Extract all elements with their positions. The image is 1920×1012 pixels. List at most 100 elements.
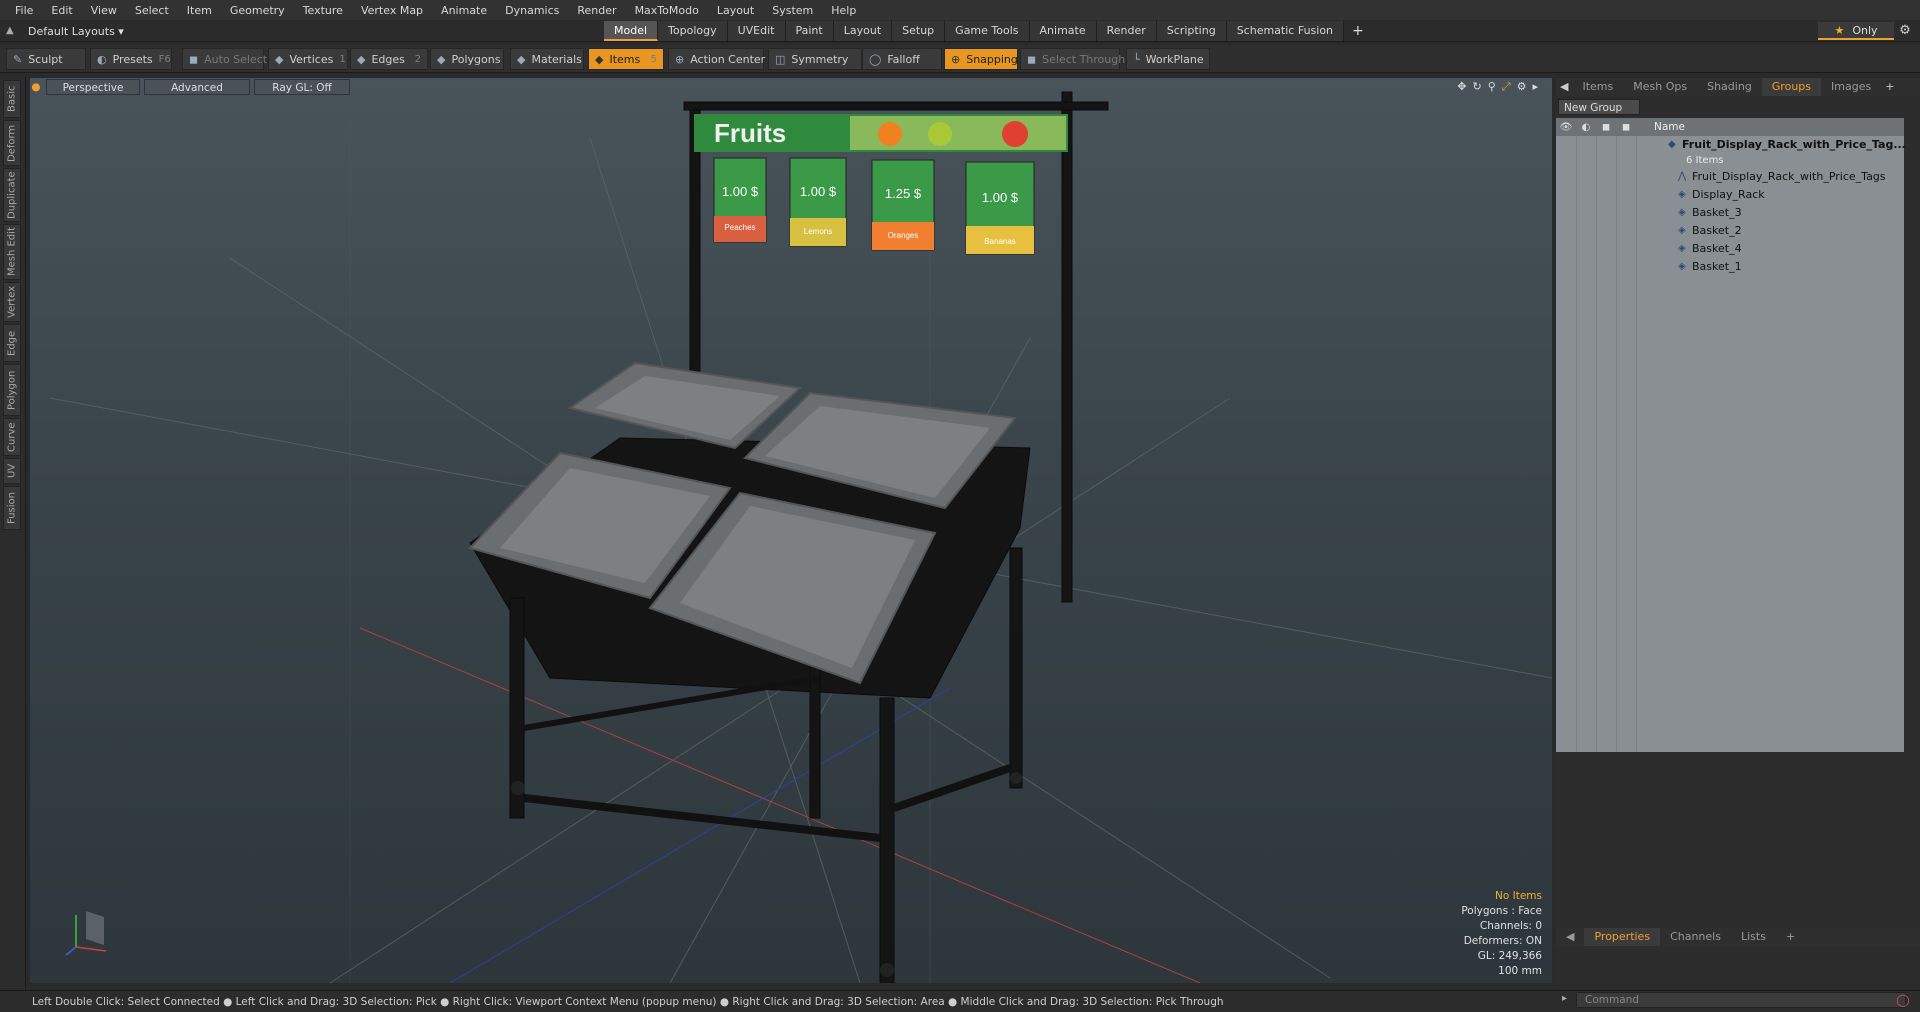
main-toolbar: ✎ Sculpt ◐ Presets F6 ◼ Auto Select ◆ Ve… bbox=[0, 45, 1920, 73]
menu-view[interactable]: View bbox=[82, 4, 126, 17]
add-bottom-tab-icon[interactable]: + bbox=[1776, 928, 1805, 946]
tab-game-tools[interactable]: Game Tools bbox=[945, 21, 1030, 41]
menu-vertex-map[interactable]: Vertex Map bbox=[352, 4, 432, 17]
tab-layout[interactable]: Layout bbox=[833, 21, 893, 41]
lock-col-icon[interactable]: ◼ bbox=[1596, 122, 1616, 133]
list-item[interactable]: ◈ Basket_3 bbox=[1556, 204, 1904, 222]
mesh-icon: ◈ bbox=[1678, 207, 1686, 218]
materials-button[interactable]: ◆ Materials bbox=[510, 48, 584, 70]
edges-button[interactable]: ◆ Edges 2 bbox=[350, 48, 428, 70]
command-arrow-icon[interactable]: ▸ bbox=[1562, 993, 1567, 1004]
fit-view-icon[interactable]: ⤢ bbox=[1502, 80, 1511, 94]
list-item[interactable]: ◈ Display_Rack bbox=[1556, 186, 1904, 204]
tab-images[interactable]: Images bbox=[1821, 78, 1881, 96]
bottom-panel-menu-icon[interactable]: ◀ bbox=[1556, 928, 1584, 946]
tab-edge[interactable]: Edge bbox=[3, 324, 21, 362]
tab-groups[interactable]: Groups bbox=[1761, 78, 1822, 96]
symmetry-button[interactable]: ◫ Symmetry bbox=[768, 48, 862, 70]
tab-setup[interactable]: Setup bbox=[892, 21, 946, 41]
add-tab-button[interactable]: + bbox=[1344, 21, 1372, 41]
tab-basic[interactable]: Basic bbox=[3, 80, 21, 118]
falloff-button[interactable]: ◯ Falloff bbox=[862, 48, 942, 70]
rotate-view-icon[interactable]: ↻ bbox=[1473, 80, 1482, 94]
tab-uvedit[interactable]: UVEdit bbox=[727, 21, 786, 41]
shading-mode-button[interactable]: Advanced bbox=[144, 79, 250, 95]
menu-render[interactable]: Render bbox=[568, 4, 625, 17]
tab-shading[interactable]: Shading bbox=[1697, 78, 1762, 96]
panel-menu-icon[interactable]: ◀ bbox=[1556, 78, 1572, 96]
tab-scripting[interactable]: Scripting bbox=[1156, 21, 1227, 41]
snapping-button[interactable]: ⊕ Snapping bbox=[944, 48, 1018, 70]
visibility-col-icon[interactable]: 👁 bbox=[1556, 122, 1576, 133]
tab-fusion[interactable]: Fusion bbox=[3, 486, 21, 530]
tab-polygon[interactable]: Polygon bbox=[3, 364, 21, 416]
tab-render[interactable]: Render bbox=[1096, 21, 1157, 41]
menu-system[interactable]: System bbox=[763, 4, 822, 17]
zoom-view-icon[interactable]: ⚲ bbox=[1488, 80, 1496, 94]
tab-animate[interactable]: Animate bbox=[1029, 21, 1097, 41]
command-run-icon[interactable]: ◯ bbox=[1894, 992, 1912, 1008]
modo-window: File Edit View Select Item Geometry Text… bbox=[0, 0, 1920, 1012]
menu-help[interactable]: Help bbox=[822, 4, 865, 17]
raygl-button[interactable]: Ray GL: Off bbox=[254, 79, 350, 95]
tab-lists[interactable]: Lists bbox=[1731, 928, 1776, 946]
materials-icon: ◆ bbox=[517, 52, 526, 66]
tab-uv[interactable]: UV bbox=[3, 458, 21, 484]
right-panel: ◀ Items Mesh Ops Shading Groups Images +… bbox=[1556, 78, 1920, 1012]
action-center-button[interactable]: ⊕ Action Center bbox=[668, 48, 765, 70]
sculpt-button[interactable]: ✎ Sculpt bbox=[6, 48, 86, 70]
add-panel-tab-icon[interactable]: + bbox=[1881, 78, 1898, 96]
menu-item[interactable]: Item bbox=[178, 4, 221, 17]
groups-scrollbar[interactable] bbox=[1906, 118, 1918, 752]
menu-layout[interactable]: Layout bbox=[708, 4, 763, 17]
list-item[interactable]: ◈ Basket_2 bbox=[1556, 222, 1904, 240]
menu-dynamics[interactable]: Dynamics bbox=[496, 4, 568, 17]
menu-maxtomodo[interactable]: MaxToModo bbox=[626, 4, 708, 17]
view-type-button[interactable]: Perspective bbox=[46, 79, 140, 95]
presets-button[interactable]: ◐ Presets F6 bbox=[90, 48, 172, 70]
snapping-icon: ⊕ bbox=[951, 52, 961, 66]
tab-paint[interactable]: Paint bbox=[785, 21, 834, 41]
render-col-icon[interactable]: ◐ bbox=[1576, 122, 1596, 133]
list-item[interactable]: ◈ Basket_4 bbox=[1556, 240, 1904, 258]
tab-deform[interactable]: Deform bbox=[3, 120, 21, 166]
name-column-header[interactable]: Name bbox=[1654, 121, 1685, 133]
polygons-button[interactable]: ◆ Polygons bbox=[430, 48, 504, 70]
command-input[interactable]: Command bbox=[1576, 992, 1906, 1008]
vertices-button[interactable]: ◆ Vertices 1 bbox=[268, 48, 348, 70]
tab-items[interactable]: Items bbox=[1572, 78, 1623, 96]
select-through-button[interactable]: ◼ Select Through bbox=[1020, 48, 1125, 70]
menu-file[interactable]: File bbox=[6, 4, 42, 17]
tab-channels[interactable]: Channels bbox=[1660, 928, 1731, 946]
tab-schematic-fusion[interactable]: Schematic Fusion bbox=[1226, 21, 1345, 41]
3d-viewport[interactable]: Fruits 1.00 $ Peaches 1.00 $ Lemons 1.25… bbox=[30, 78, 1552, 983]
viewport-menu-icon[interactable]: ● bbox=[30, 79, 42, 95]
list-item[interactable]: ⋀ Fruit_Display_Rack_with_Price_Tags bbox=[1556, 168, 1904, 186]
tab-vertex[interactable]: Vertex bbox=[3, 282, 21, 322]
tab-duplicate[interactable]: Duplicate bbox=[3, 168, 21, 222]
gear-icon[interactable]: ⚙ bbox=[1896, 22, 1914, 40]
move-view-icon[interactable]: ✥ bbox=[1457, 80, 1466, 94]
select-col-icon[interactable]: ◼ bbox=[1616, 122, 1636, 133]
tab-model[interactable]: Model bbox=[604, 21, 659, 41]
items-button[interactable]: ◆ Items 5 bbox=[588, 48, 664, 70]
menu-texture[interactable]: Texture bbox=[294, 4, 352, 17]
new-group-button[interactable]: New Group bbox=[1558, 99, 1640, 115]
auto-select-button[interactable]: ◼ Auto Select bbox=[182, 48, 267, 70]
menu-geometry[interactable]: Geometry bbox=[221, 4, 294, 17]
menu-animate[interactable]: Animate bbox=[432, 4, 496, 17]
menu-edit[interactable]: Edit bbox=[42, 4, 81, 17]
tab-mesh-ops[interactable]: Mesh Ops bbox=[1623, 78, 1697, 96]
tab-curve[interactable]: Curve bbox=[3, 418, 21, 456]
menu-select[interactable]: Select bbox=[126, 4, 178, 17]
layout-selector[interactable]: ▲ Default Layouts ▾ bbox=[6, 22, 124, 40]
viewport-settings-icon[interactable]: ⚙ bbox=[1517, 80, 1527, 94]
workplane-button[interactable]: └ WorkPlane bbox=[1126, 48, 1210, 70]
tab-properties[interactable]: Properties bbox=[1584, 928, 1661, 946]
tab-topology[interactable]: Topology bbox=[658, 21, 728, 41]
only-toggle[interactable]: ★ Only bbox=[1818, 22, 1894, 40]
tab-mesh-edit[interactable]: Mesh Edit bbox=[3, 224, 21, 280]
viewport-expand-icon[interactable]: ▸ bbox=[1532, 80, 1538, 94]
group-root-row[interactable]: ◆ Fruit_Display_Rack_with_Price_Tag... bbox=[1556, 136, 1906, 154]
list-item[interactable]: ◈ Basket_1 bbox=[1556, 258, 1904, 276]
